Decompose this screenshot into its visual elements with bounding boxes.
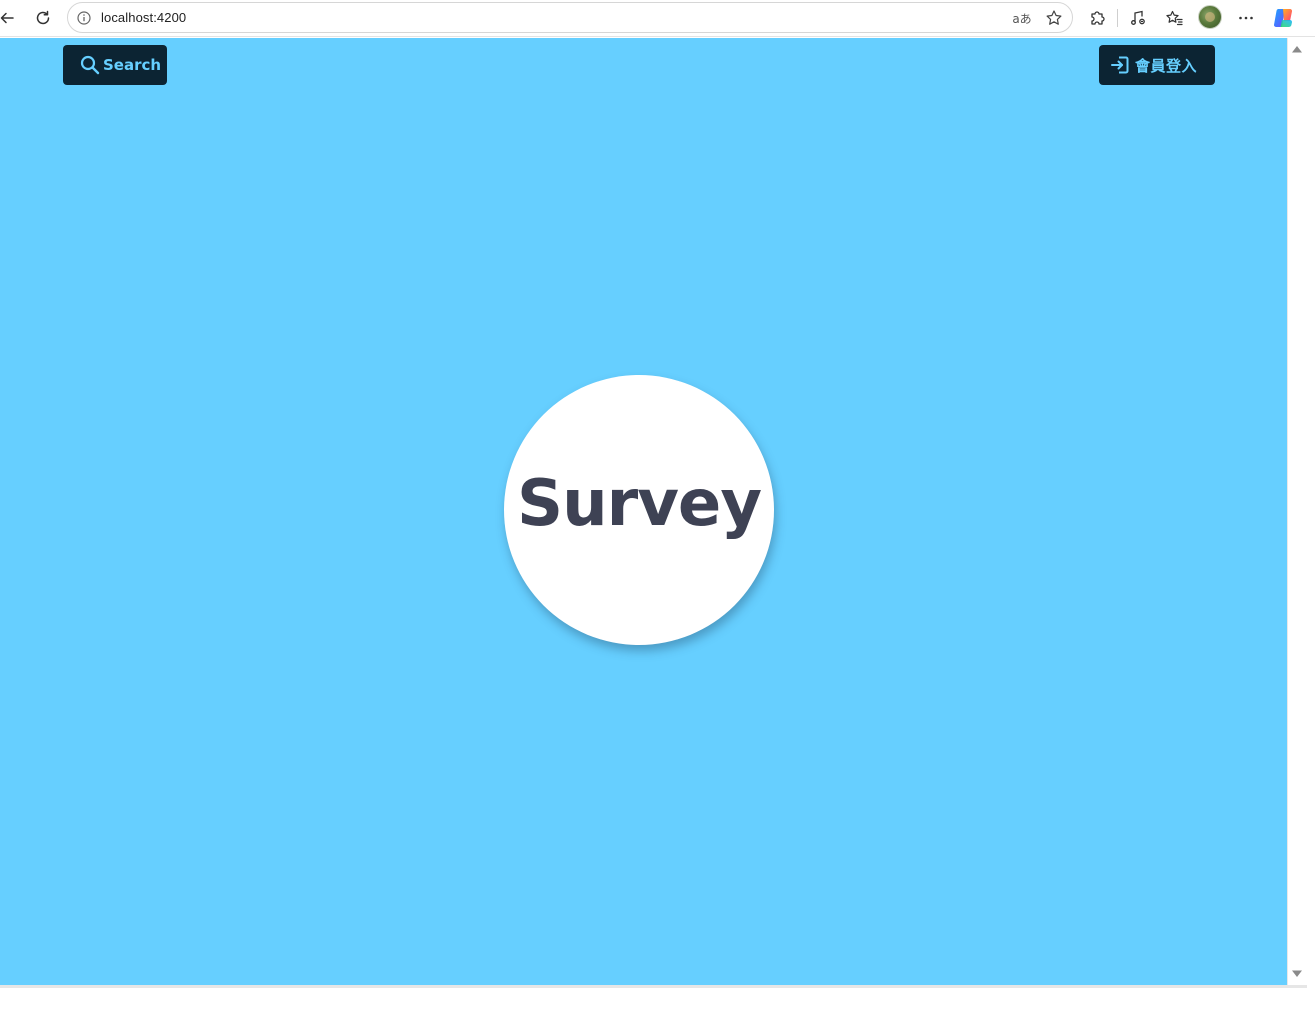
star-icon	[1046, 10, 1062, 25]
window-bottom-edge	[0, 985, 1307, 988]
back-button[interactable]	[0, 6, 20, 30]
favorites-button[interactable]	[1161, 6, 1187, 30]
reload-icon	[36, 10, 50, 25]
page-viewport: Search 會員登入 Survey	[0, 38, 1287, 985]
survey-logo: Survey	[504, 375, 774, 645]
browser-toolbar: localhost:4200 aあ	[0, 0, 1315, 37]
search-icon	[80, 55, 100, 75]
logo-text: Survey	[516, 467, 762, 541]
media-button[interactable]	[1125, 6, 1151, 30]
search-button[interactable]: Search	[63, 45, 167, 85]
avatar[interactable]	[1198, 5, 1222, 29]
favorite-button[interactable]	[1043, 8, 1065, 28]
favorites-icon	[1166, 10, 1183, 26]
translate-button[interactable]: aあ	[1011, 8, 1033, 28]
more-icon	[1239, 16, 1253, 20]
copilot-icon[interactable]	[1272, 6, 1296, 30]
address-bar[interactable]: localhost:4200 aあ	[67, 2, 1073, 33]
member-login-label: 會員登入	[1135, 56, 1198, 75]
arrow-left-icon	[0, 12, 14, 24]
toolbar-separator	[1117, 9, 1118, 27]
puzzle-icon	[1091, 11, 1105, 25]
translate-icon: aあ	[1012, 11, 1032, 26]
scroll-down-icon[interactable]	[1291, 969, 1303, 979]
address-url[interactable]: localhost:4200	[101, 10, 186, 25]
login-icon	[1111, 56, 1129, 74]
more-button[interactable]	[1233, 6, 1259, 30]
music-note-icon	[1131, 10, 1145, 25]
member-login-button[interactable]: 會員登入	[1099, 45, 1215, 85]
reload-button[interactable]	[30, 6, 56, 30]
extensions-button[interactable]	[1084, 6, 1110, 30]
info-icon[interactable]	[76, 10, 92, 26]
vertical-scrollbar[interactable]	[1287, 38, 1307, 985]
scroll-up-icon[interactable]	[1291, 44, 1303, 54]
search-button-label: Search	[103, 56, 162, 74]
